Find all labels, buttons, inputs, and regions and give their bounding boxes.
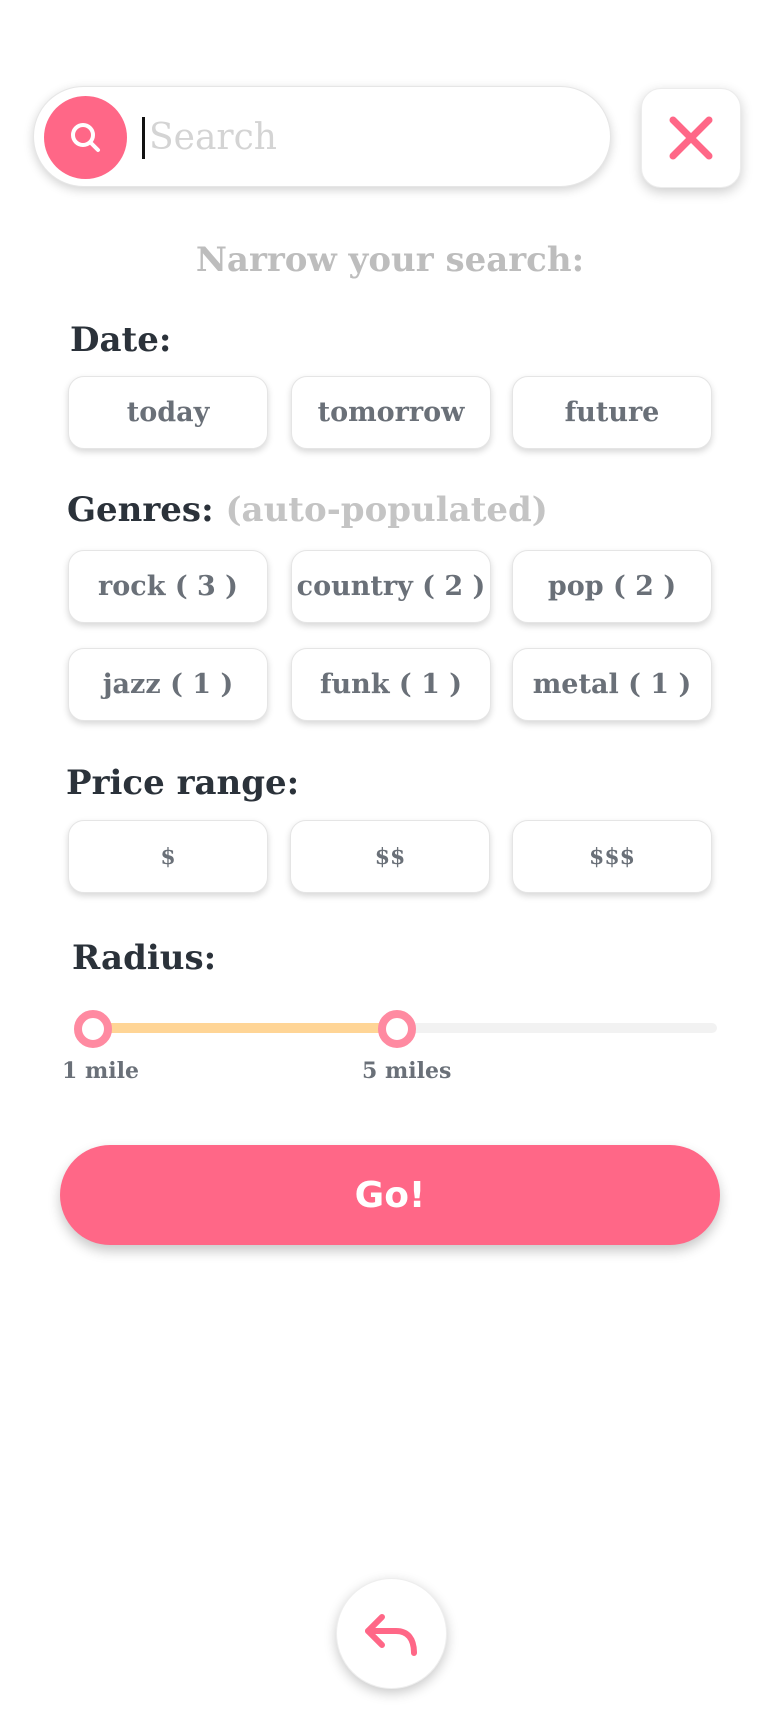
radius-min-label: 1 mile (62, 1058, 139, 1084)
radius-label: Radius: (72, 938, 217, 978)
price-option-3[interactable]: $$$ (512, 820, 712, 893)
genre-option-jazz[interactable]: jazz ( 1 ) (68, 648, 268, 721)
search-input[interactable] (149, 107, 579, 167)
radius-slider-fill (93, 1023, 396, 1033)
price-option-1[interactable]: $ (68, 820, 268, 893)
close-button[interactable] (641, 88, 741, 188)
search-button[interactable] (44, 96, 127, 179)
price-option-2[interactable]: $$ (290, 820, 490, 893)
date-label: Date: (70, 320, 172, 360)
text-cursor (142, 117, 145, 159)
back-arrow-icon (364, 1613, 417, 1656)
genre-option-rock[interactable]: rock ( 3 ) (68, 550, 268, 623)
radius-slider-min-thumb[interactable] (74, 1010, 112, 1048)
genres-auto-populated-note: (auto-populated) (225, 490, 548, 530)
narrow-search-subtitle: Narrow your search: (195, 240, 585, 280)
radius-max-label: 5 miles (362, 1058, 452, 1084)
close-icon (669, 116, 713, 160)
genre-option-metal[interactable]: metal ( 1 ) (512, 648, 712, 721)
genres-label-text: Genres: (67, 490, 214, 530)
genre-option-pop[interactable]: pop ( 2 ) (512, 550, 712, 623)
date-option-future[interactable]: future (512, 376, 712, 449)
price-range-label: Price range: (66, 763, 300, 803)
date-option-today[interactable]: today (68, 376, 268, 449)
search-bar (33, 86, 611, 187)
genres-label: Genres: (auto-populated) (67, 490, 548, 530)
search-icon (70, 122, 100, 152)
date-option-tomorrow[interactable]: tomorrow (291, 376, 491, 449)
genre-option-country[interactable]: country ( 2 ) (291, 550, 491, 623)
radius-slider-max-thumb[interactable] (378, 1010, 416, 1048)
back-button[interactable] (336, 1578, 447, 1689)
go-button[interactable]: Go! (60, 1145, 720, 1245)
genre-option-funk[interactable]: funk ( 1 ) (291, 648, 491, 721)
